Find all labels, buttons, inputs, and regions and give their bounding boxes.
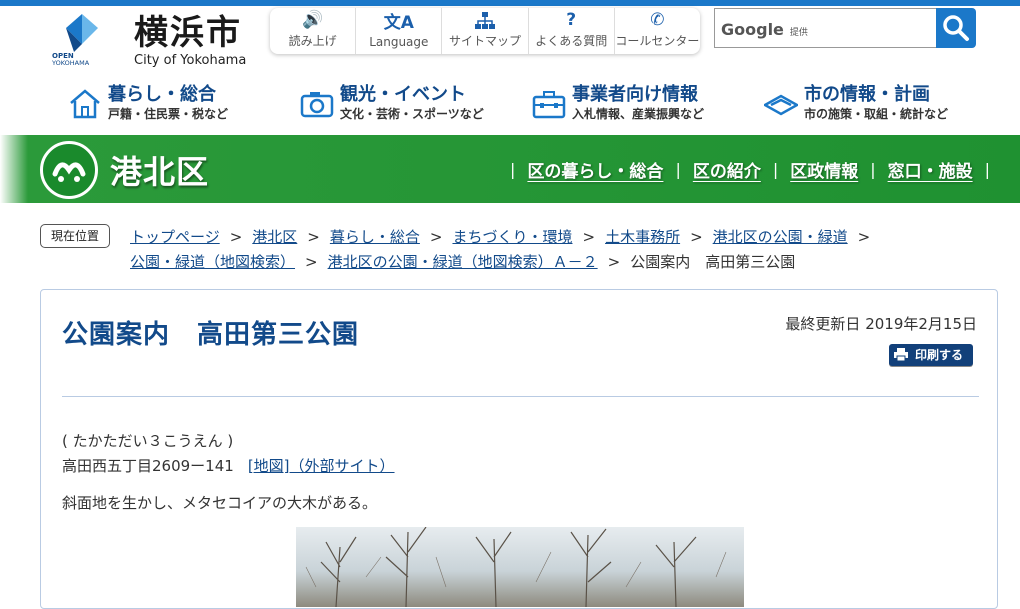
breadcrumb-link[interactable]: トップページ (130, 228, 220, 246)
breadcrumb-current: 公園案内 高田第三公園 (630, 253, 796, 271)
breadcrumb-separator: > (229, 228, 243, 246)
gnav-title: 観光・イベント (340, 84, 466, 105)
house-icon (70, 89, 100, 119)
util-label: 読み上げ (288, 34, 337, 48)
breadcrumb-separator: > (690, 228, 703, 246)
gnav-subtitle: 市の施策・取組・統計など (804, 107, 949, 121)
gnav-title: 暮らし・総合 (108, 84, 216, 105)
breadcrumb-link[interactable]: 公園・緑道（地図検索） (130, 253, 295, 271)
util-read-aloud[interactable]: 🔊 読み上げ (270, 8, 357, 54)
site-search: Google 提供 (714, 8, 976, 50)
speaker-icon: 🔊 (302, 10, 324, 30)
gnav-title: 事業者向け情報 (572, 84, 698, 105)
briefcase-icon (532, 91, 566, 119)
yokohama-logo-mark-icon: OPEN YOKOHAMA (52, 14, 98, 66)
gnav-business[interactable]: 事業者向け情報 入札情報、産業振興など (532, 78, 742, 128)
city-emblem-icon (764, 94, 798, 116)
breadcrumb-link[interactable]: 暮らし・総合 (330, 228, 420, 246)
phone-icon: ✆ (650, 10, 665, 30)
global-nav: 暮らし・総合 戸籍・住民票・税など 観光・イベント 文化・芸術・スポーツなど 事… (0, 78, 1020, 130)
gnav-subtitle: 文化・芸術・スポーツなど (340, 107, 484, 121)
divider (62, 396, 979, 397)
breadcrumb-separator: > (857, 228, 871, 246)
ward-link-intro[interactable]: 区の紹介 (693, 157, 761, 182)
util-sitemap[interactable]: サイトマップ (442, 8, 529, 54)
ward-nav-separator: | (870, 160, 876, 179)
utility-nav: 🔊 読み上げ 文A Language サイトマップ ? よくある質問 ✆ コール… (270, 8, 700, 54)
sitemap-icon (475, 12, 495, 29)
svg-text:YOKOHAMA: YOKOHAMA (52, 59, 90, 66)
park-description: 斜面地を生かし、メタセコイアの大木がある。 (62, 494, 378, 512)
question-icon: ? (566, 10, 577, 30)
search-brand: Google 提供 (721, 20, 808, 39)
gnav-title: 市の情報・計画 (804, 84, 930, 105)
printer-icon (894, 348, 908, 361)
ward-emblem-icon[interactable] (40, 141, 98, 199)
ward-link-admin[interactable]: 区政情報 (790, 157, 858, 182)
breadcrumb-link[interactable]: 港北区 (252, 228, 297, 246)
util-label: コールセンター (615, 34, 700, 48)
breadcrumb-label: 現在位置 (40, 224, 110, 248)
ward-nav-separator: | (510, 160, 516, 179)
breadcrumb: トップページ > 港北区 > 暮らし・総合 > まちづくり・環境 > 土木事務所 > 港北区の公園・… (130, 225, 890, 275)
print-button[interactable]: 印刷する (889, 344, 973, 366)
breadcrumb-link[interactable]: まちづくり・環境 (452, 228, 572, 246)
ward-nav: | 区の暮らし・総合 | 区の紹介 | 区政情報 | 窓口・施設 | (498, 157, 1002, 182)
breadcrumb-separator: > (305, 253, 318, 271)
language-icon: 文A (383, 13, 414, 33)
util-call-center[interactable]: ✆ コールセンター (615, 8, 700, 54)
top-accent-bar (0, 0, 1020, 6)
search-brand-suffix: 提供 (789, 28, 808, 38)
article-panel: 公園案内 高田第三公園 最終更新日 2019年2月15日 印刷する ( たかただ… (40, 289, 998, 609)
park-address: 高田西五丁目2609ー141 (62, 457, 234, 475)
camera-icon (300, 92, 334, 118)
park-photo (296, 527, 744, 607)
breadcrumb-separator: > (429, 228, 443, 246)
ward-nav-separator: | (984, 160, 990, 179)
page-title: 公園案内 高田第三公園 (62, 320, 360, 350)
ward-nav-separator: | (675, 160, 681, 179)
ward-title[interactable]: 港北区 (110, 147, 209, 193)
search-input[interactable]: Google 提供 (714, 8, 936, 48)
park-photo-trees (305, 527, 727, 607)
breadcrumb-link[interactable]: 土木事務所 (605, 228, 680, 246)
breadcrumb-separator: > (582, 228, 596, 246)
util-label: Language (369, 35, 429, 49)
util-language[interactable]: 文A Language (356, 8, 443, 54)
breadcrumb-link[interactable]: 港北区の公園・緑道 (713, 228, 848, 246)
util-label: よくある質問 (535, 34, 608, 48)
ward-emblem-mark (52, 162, 86, 182)
breadcrumb-separator: > (607, 253, 621, 271)
last-updated: 最終更新日 2019年2月15日 (785, 315, 977, 333)
search-icon (943, 15, 969, 41)
site-logo[interactable]: OPEN YOKOHAMA 横浜市 City of Yokohama (52, 14, 252, 70)
breadcrumb-separator: > (307, 228, 320, 246)
logo-subtitle: City of Yokohama (134, 53, 247, 68)
park-reading: ( たかただい３こうえん ) (62, 432, 234, 450)
util-label: サイトマップ (449, 34, 522, 48)
gnav-tourism[interactable]: 観光・イベント 文化・芸術・スポーツなど (300, 78, 510, 128)
breadcrumb-link[interactable]: 港北区の公園・緑道（地図検索）Ａ－２ (328, 253, 598, 271)
gnav-city-info[interactable]: 市の情報・計画 市の施策・取組・統計など (764, 78, 984, 128)
ward-nav-separator: | (772, 160, 779, 179)
print-label: 印刷する (915, 348, 964, 362)
ward-link-facilities[interactable]: 窓口・施設 (888, 157, 973, 182)
gnav-subtitle: 入札情報、産業振興など (572, 107, 705, 121)
gnav-subtitle: 戸籍・住民票・税など (108, 107, 229, 121)
ward-banner: 港北区 | 区の暮らし・総合 | 区の紹介 | 区政情報 | 窓口・施設 | (0, 135, 1020, 203)
park-address-line: 高田西五丁目2609ー141 [地図]（外部サイト） (62, 455, 395, 476)
search-brand-name: Google (721, 20, 784, 39)
gnav-living[interactable]: 暮らし・総合 戸籍・住民票・税など (68, 78, 268, 128)
util-faq[interactable]: ? よくある質問 (529, 8, 615, 54)
logo-title: 横浜市 (134, 13, 242, 53)
ward-link-living[interactable]: 区の暮らし・総合 (527, 157, 663, 182)
map-link[interactable]: [地図]（外部サイト） (248, 457, 395, 475)
search-button[interactable] (936, 8, 976, 48)
